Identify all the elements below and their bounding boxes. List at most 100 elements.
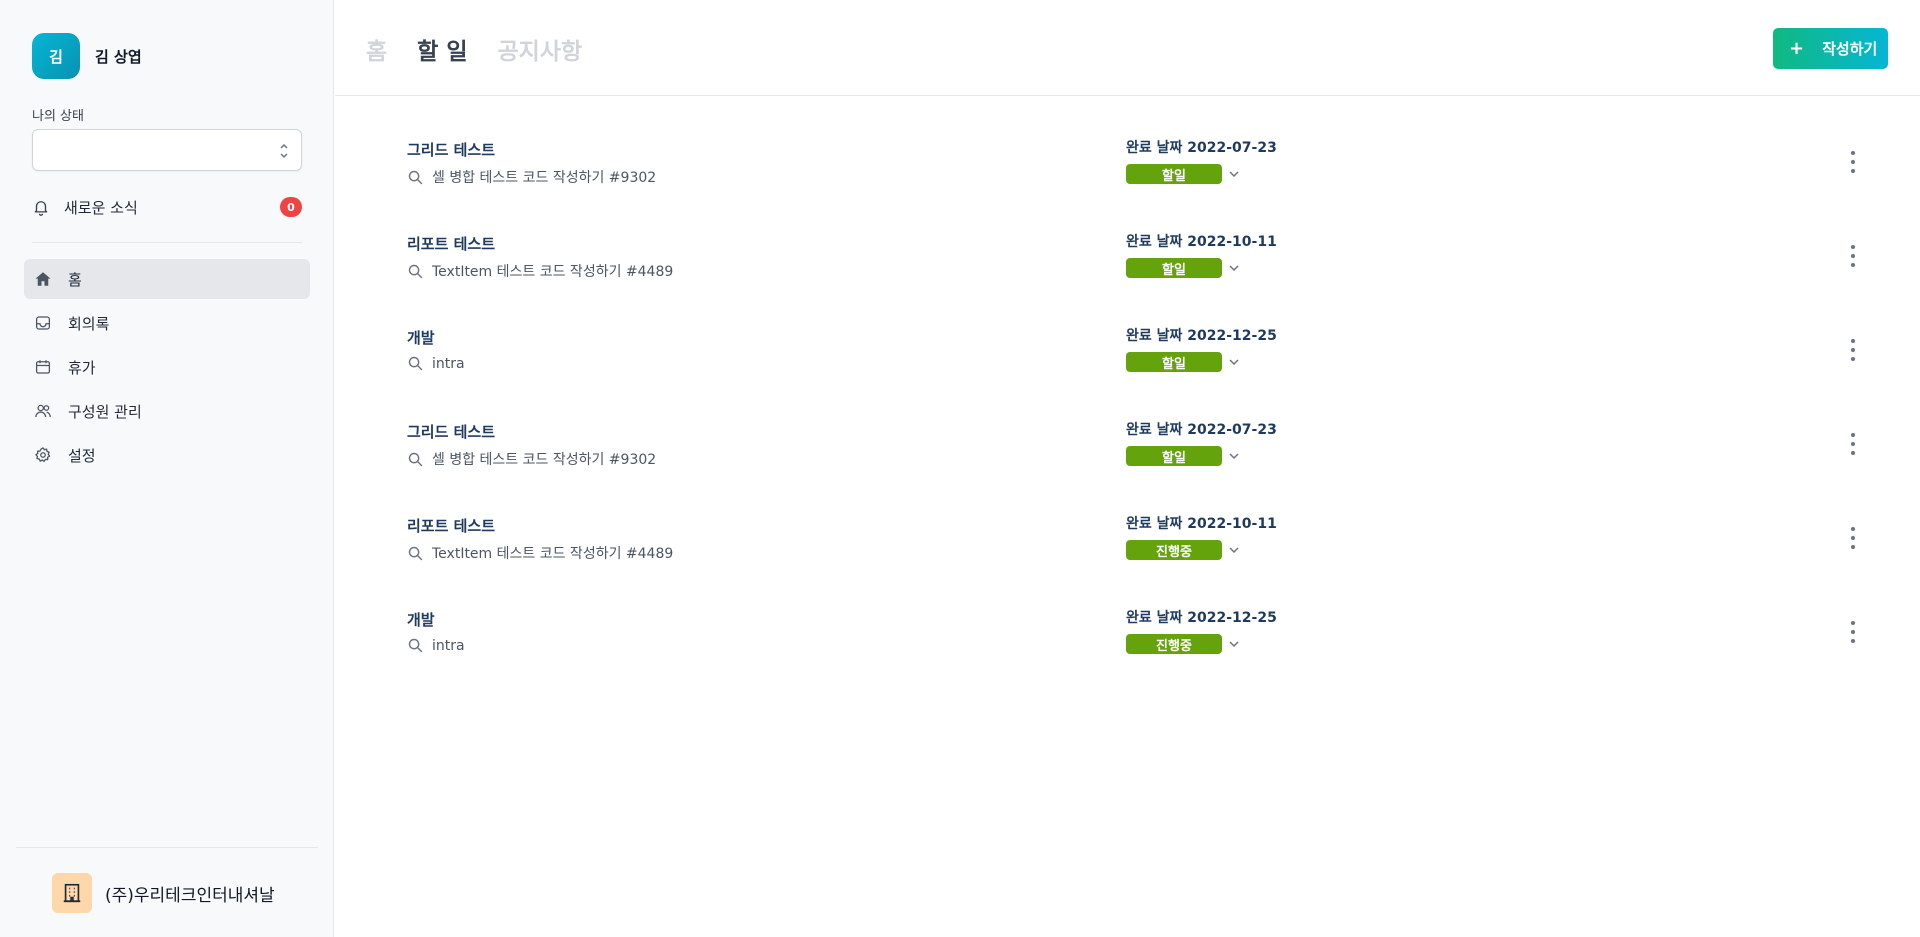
- sidebar-item-minutes[interactable]: 회의록: [24, 303, 310, 343]
- task-subtitle-text: intra: [432, 355, 465, 372]
- search-icon: [408, 638, 423, 653]
- more-options-icon[interactable]: [1845, 527, 1861, 549]
- status-dropdown[interactable]: 진행중: [1126, 540, 1240, 560]
- home-icon: [35, 272, 51, 286]
- status-badge: 할일: [1126, 164, 1222, 184]
- status-badge: 진행중: [1126, 540, 1222, 560]
- sidebar-item-label: 구성원 관리: [68, 402, 142, 421]
- tab-home[interactable]: 홈: [366, 32, 387, 66]
- task-subtitle-text: 셀 병합 테스트 코드 작성하기 #9302: [432, 452, 657, 468]
- status-dropdown[interactable]: 할일: [1126, 258, 1240, 278]
- chevron-down-icon: [1229, 359, 1239, 366]
- task-title[interactable]: 개발: [407, 327, 435, 348]
- more-options-icon[interactable]: [1845, 151, 1861, 173]
- task-subtitle: intra: [407, 355, 465, 372]
- bell-icon: [34, 201, 48, 216]
- task-title[interactable]: 그리드 테스트: [407, 421, 495, 442]
- task-subtitle: TextItem 테스트 코드 작성하기 #4489: [407, 543, 673, 563]
- task-subtitle: 셀 병합 테스트 코드 작성하기 #9302: [407, 449, 656, 469]
- search-icon: [408, 356, 423, 371]
- task-subtitle-text: TextItem 테스트 코드 작성하기 #4489: [432, 264, 674, 280]
- more-options-icon[interactable]: [1845, 339, 1861, 361]
- sidebar-item-label: 휴가: [68, 358, 96, 377]
- task-title[interactable]: 리포트 테스트: [407, 515, 495, 536]
- status-dropdown[interactable]: 진행중: [1126, 634, 1240, 654]
- task-due-date: 완료 날짜 2022-07-23: [1126, 140, 1277, 156]
- task-due-date: 완료 날짜 2022-07-23: [1126, 422, 1277, 438]
- chevron-down-icon: [1229, 265, 1239, 272]
- chevron-up-down-icon: [280, 143, 288, 159]
- tab-bar: 홈 할 일 공지사항: [366, 32, 612, 66]
- sidebar-item-label: 설정: [68, 446, 96, 465]
- user-name: 김 상엽: [95, 47, 142, 66]
- sidebar-item-members[interactable]: 구성원 관리: [24, 391, 310, 431]
- status-dropdown[interactable]: 할일: [1126, 352, 1240, 372]
- tab-notice[interactable]: 공지사항: [498, 32, 583, 66]
- sidebar-item-vacation[interactable]: 휴가: [24, 347, 310, 387]
- status-badge: 할일: [1126, 446, 1222, 466]
- task-due-date: 완료 날짜 2022-12-25: [1126, 328, 1277, 344]
- task-title[interactable]: 그리드 테스트: [407, 139, 495, 160]
- news-item[interactable]: 새로운 소식 0: [32, 196, 302, 218]
- task-due-date: 완료 날짜 2022-10-11: [1126, 234, 1277, 250]
- news-label: 새로운 소식: [64, 198, 138, 217]
- gear-icon: [35, 447, 51, 463]
- list-item[interactable]: 리포트 테스트 TextItem 테스트 코드 작성하기 #4489 완료 날짜…: [335, 506, 1920, 600]
- task-subtitle: TextItem 테스트 코드 작성하기 #4489: [407, 261, 673, 281]
- status-dropdown[interactable]: 할일: [1126, 446, 1240, 466]
- task-title[interactable]: 리포트 테스트: [407, 233, 495, 254]
- task-subtitle-text: TextItem 테스트 코드 작성하기 #4489: [432, 546, 674, 562]
- avatar: 김: [32, 33, 80, 79]
- status-badge: 할일: [1126, 258, 1222, 278]
- sidebar-divider: [32, 242, 302, 243]
- status-badge: 진행중: [1126, 634, 1222, 654]
- company-switcher[interactable]: (주)우리테크인터내셔날: [52, 873, 275, 913]
- task-subtitle: intra: [407, 637, 465, 654]
- search-icon: [408, 170, 423, 184]
- task-due-date: 완료 날짜 2022-12-25: [1126, 610, 1277, 626]
- status-badge: 할일: [1126, 352, 1222, 372]
- write-button-label: 작성하기: [1822, 40, 1878, 58]
- status-label: 나의 상태: [32, 109, 84, 124]
- sidebar: 김 김 상엽 나의 상태 새로운 소식 0 홈 회의록 휴가 구성원 관리 설정…: [0, 0, 334, 937]
- sidebar-item-settings[interactable]: 설정: [24, 435, 310, 475]
- sidebar-nav: 홈 회의록 휴가 구성원 관리 설정: [24, 259, 310, 479]
- chevron-down-icon: [1229, 547, 1239, 554]
- task-subtitle: 셀 병합 테스트 코드 작성하기 #9302: [407, 167, 656, 187]
- more-options-icon[interactable]: [1845, 245, 1861, 267]
- inbox-icon: [35, 316, 51, 330]
- tab-todo[interactable]: 할 일: [417, 32, 467, 66]
- list-item[interactable]: 개발 intra 완료 날짜 2022-12-25 할일: [335, 318, 1920, 412]
- sidebar-item-home[interactable]: 홈: [24, 259, 310, 299]
- write-button[interactable]: + 작성하기: [1773, 28, 1888, 69]
- building-icon: [52, 873, 92, 913]
- sidebar-item-label: 회의록: [68, 314, 110, 333]
- list-item[interactable]: 그리드 테스트 셀 병합 테스트 코드 작성하기 #9302 완료 날짜 202…: [335, 130, 1920, 224]
- more-options-icon[interactable]: [1845, 433, 1861, 455]
- more-options-icon[interactable]: [1845, 621, 1861, 643]
- list-item[interactable]: 그리드 테스트 셀 병합 테스트 코드 작성하기 #9302 완료 날짜 202…: [335, 412, 1920, 506]
- users-icon: [35, 404, 51, 418]
- list-item[interactable]: 리포트 테스트 TextItem 테스트 코드 작성하기 #4489 완료 날짜…: [335, 224, 1920, 318]
- news-count-badge: 0: [280, 197, 302, 217]
- calendar-icon: [35, 360, 51, 374]
- status-dropdown[interactable]: 할일: [1126, 164, 1240, 184]
- search-icon: [408, 264, 423, 278]
- plus-icon: +: [1789, 38, 1805, 59]
- list-item[interactable]: 개발 intra 완료 날짜 2022-12-25 진행중: [335, 600, 1920, 694]
- task-subtitle-text: intra: [432, 637, 465, 654]
- user-profile[interactable]: 김 김 상엽: [32, 33, 142, 79]
- company-name: (주)우리테크인터내셔날: [105, 885, 275, 906]
- task-subtitle-text: 셀 병합 테스트 코드 작성하기 #9302: [432, 170, 657, 186]
- sidebar-bottom-divider: [16, 847, 318, 848]
- status-select[interactable]: [32, 129, 302, 171]
- task-list: 그리드 테스트 셀 병합 테스트 코드 작성하기 #9302 완료 날짜 202…: [335, 130, 1920, 694]
- task-due-date: 완료 날짜 2022-10-11: [1126, 516, 1277, 532]
- chevron-down-icon: [1229, 641, 1239, 648]
- top-header: 홈 할 일 공지사항 + 작성하기: [335, 0, 1920, 96]
- sidebar-item-label: 홈: [68, 270, 82, 289]
- task-title[interactable]: 개발: [407, 609, 435, 630]
- search-icon: [408, 546, 423, 560]
- chevron-down-icon: [1229, 171, 1239, 178]
- chevron-down-icon: [1229, 453, 1239, 460]
